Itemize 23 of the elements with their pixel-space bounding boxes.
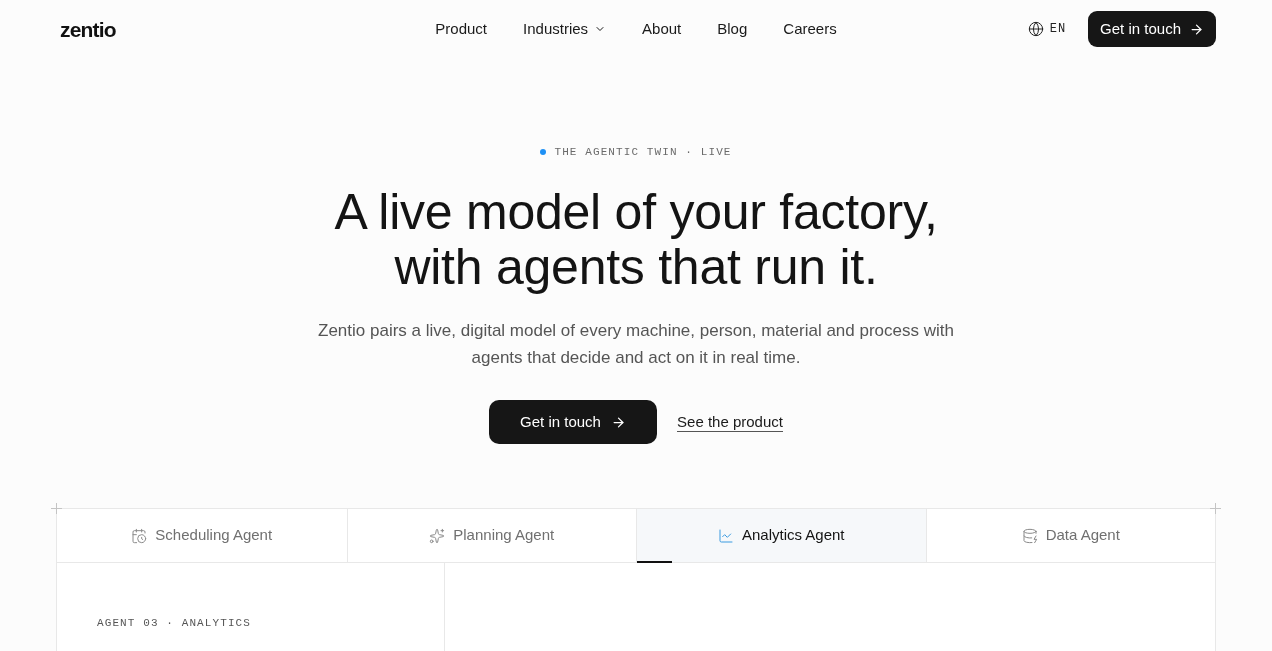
get-in-touch-button[interactable]: Get in touch	[1088, 11, 1216, 47]
see-the-product-link[interactable]: See the product	[677, 412, 783, 432]
agent-tab[interactable]: Analytics Agent	[636, 509, 926, 562]
nav-link[interactable]: Careers	[783, 17, 837, 41]
nav-link[interactable]: Blog	[717, 17, 748, 41]
corner-crosshair-icon	[51, 503, 62, 514]
logo[interactable]: zentio	[60, 18, 116, 40]
line-chart-icon	[717, 527, 734, 544]
get-in-touch-button[interactable]: Get in touch	[489, 400, 658, 444]
sparkles-icon	[429, 527, 446, 544]
nav-link[interactable]: Product	[435, 17, 488, 41]
globe-icon	[1027, 21, 1044, 37]
database-bolt-icon	[1021, 527, 1038, 544]
hero-title: A live model of your factory, with agents that run it.	[334, 185, 938, 295]
language-selector[interactable]: EN	[1027, 20, 1067, 38]
arrow-right-icon	[610, 414, 626, 430]
corner-crosshair-icon	[1210, 503, 1221, 514]
hero-eyebrow: THE AGENTIC TWIN · LIVE	[554, 145, 732, 159]
agent-eyebrow: AGENT 03 · ANALYTICS	[97, 617, 252, 629]
nav-link[interactable]: About	[642, 17, 682, 41]
nav-link[interactable]: Industries	[523, 17, 607, 41]
hero-subtitle: Zentio pairs a live, digital model of every machine, person, material and process with agents that decide and act on it in real time.	[318, 320, 954, 369]
calendar-clock-icon	[131, 527, 148, 544]
